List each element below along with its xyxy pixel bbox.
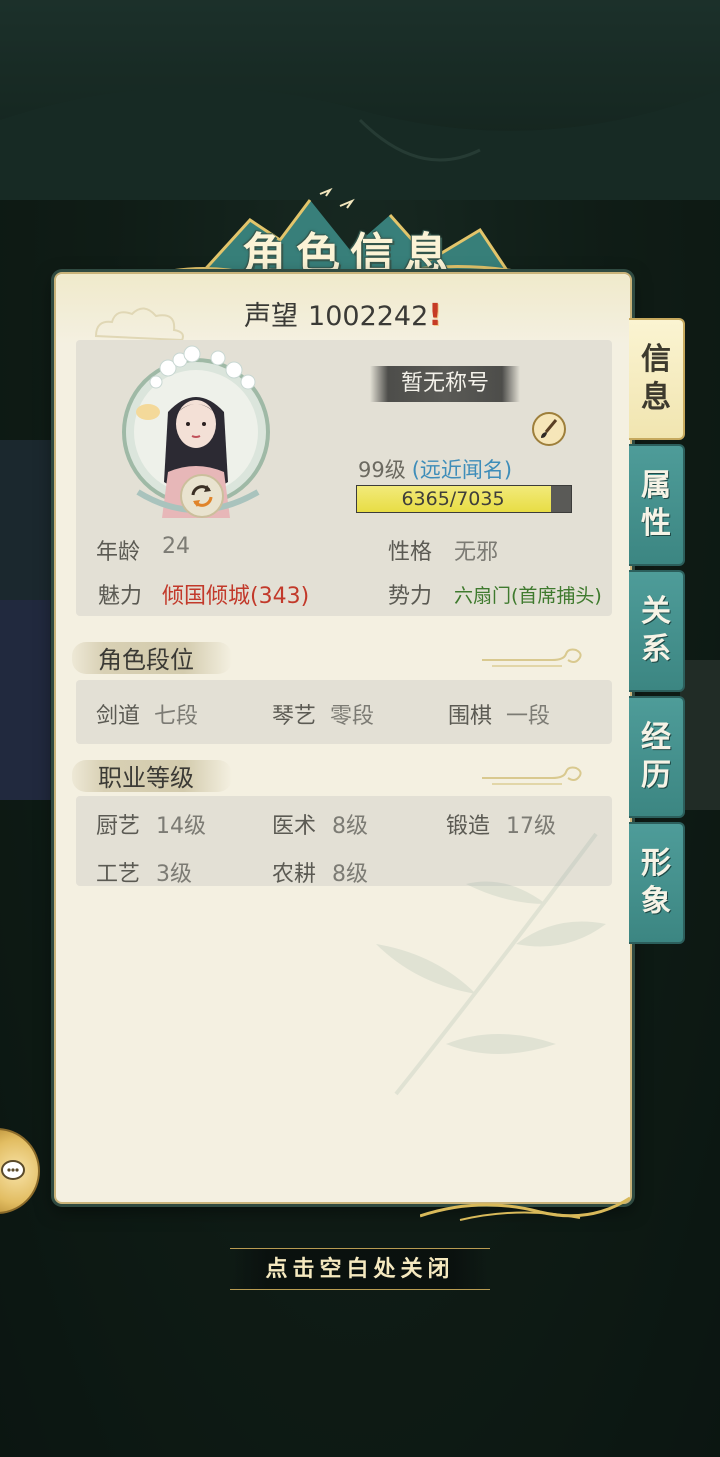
rank-label-2: 琴艺 [272,704,317,729]
job-label-1: 厨艺 [96,814,141,839]
age-label: 年龄 [96,540,141,565]
title-plate: 暂无称号 [370,366,520,402]
faction-label: 势力 [388,584,433,609]
profile-box: 暂无称号 99级 (远近闻名) 6365/7035 年龄 24 性格 无邪 魅力 … [76,340,612,616]
tab-relations-char-1: 关 [641,594,671,629]
reputation-row: 声望 1002242! [56,294,630,333]
bottom-ornament [420,1196,631,1221]
exclamation-icon[interactable]: ! [428,298,442,333]
rank-value-2: 零段 [330,704,375,729]
character-info-panel: 声望 1002242! 暂无称号 99级 (远近闻名) 6365/7035 年龄… [54,272,632,1204]
tab-appearance[interactable]: 形 象 [629,822,685,944]
swirl-ornament [482,648,582,667]
tab-history-char-2: 历 [641,758,671,793]
tab-info[interactable]: 信 息 [629,318,685,440]
reputation-label: 声望 [244,301,299,332]
swap-icon[interactable] [180,474,224,518]
fame-value: (远近闻名) [411,458,513,482]
age-value: 24 [162,534,190,559]
level-row: 99级 (远近闻名) [358,454,512,484]
job-section-header: 职业等级 [72,754,592,794]
rank-value-1: 七段 [154,704,199,729]
tab-attributes-char-2: 性 [641,506,671,541]
tab-info-char-1: 信 [641,342,671,377]
close-hint[interactable]: 点击空白处关闭 [230,1248,490,1290]
rank-label-1: 剑道 [96,704,141,729]
swirl-ornament [482,766,582,785]
faction-value: 六扇门(首席捕头) [454,585,602,607]
job-label-2: 医术 [272,814,317,839]
job-value-4: 3级 [156,862,192,887]
rank-label-3: 围棋 [448,704,493,729]
brush-icon[interactable] [532,412,566,446]
tab-relations-char-2: 系 [641,632,671,667]
exp-bar: 6365/7035 [356,485,572,513]
tab-attributes-char-1: 属 [641,468,671,503]
rank-section-title: 角色段位 [98,646,194,674]
tab-attributes[interactable]: 属 性 [629,444,685,566]
tab-appearance-char-1: 形 [641,846,671,881]
job-label-4: 工艺 [96,862,141,887]
rank-section-header: 角色段位 [72,636,592,676]
tab-appearance-char-2: 象 [641,884,671,919]
job-label-5: 农耕 [272,862,317,887]
personality-value: 无邪 [454,540,499,565]
rank-box: 剑道 七段 琴艺 零段 围棋 一段 [76,680,612,744]
job-section-title: 职业等级 [98,764,194,792]
tab-history-char-1: 经 [641,720,671,755]
personality-label: 性格 [388,540,433,565]
tab-history[interactable]: 经 历 [629,696,685,818]
charm-value: 倾国倾城(343) [162,584,310,609]
job-value-1: 14级 [156,814,206,839]
charm-label: 魅力 [98,584,143,609]
tab-info-char-2: 息 [641,380,671,415]
exp-text: 6365/7035 [401,488,505,510]
bamboo-watermark [376,832,606,1096]
reputation-value: 1002242 [308,301,429,332]
tab-relations[interactable]: 关 系 [629,570,685,692]
level-value: 99级 [358,458,406,482]
rank-value-3: 一段 [506,704,551,729]
